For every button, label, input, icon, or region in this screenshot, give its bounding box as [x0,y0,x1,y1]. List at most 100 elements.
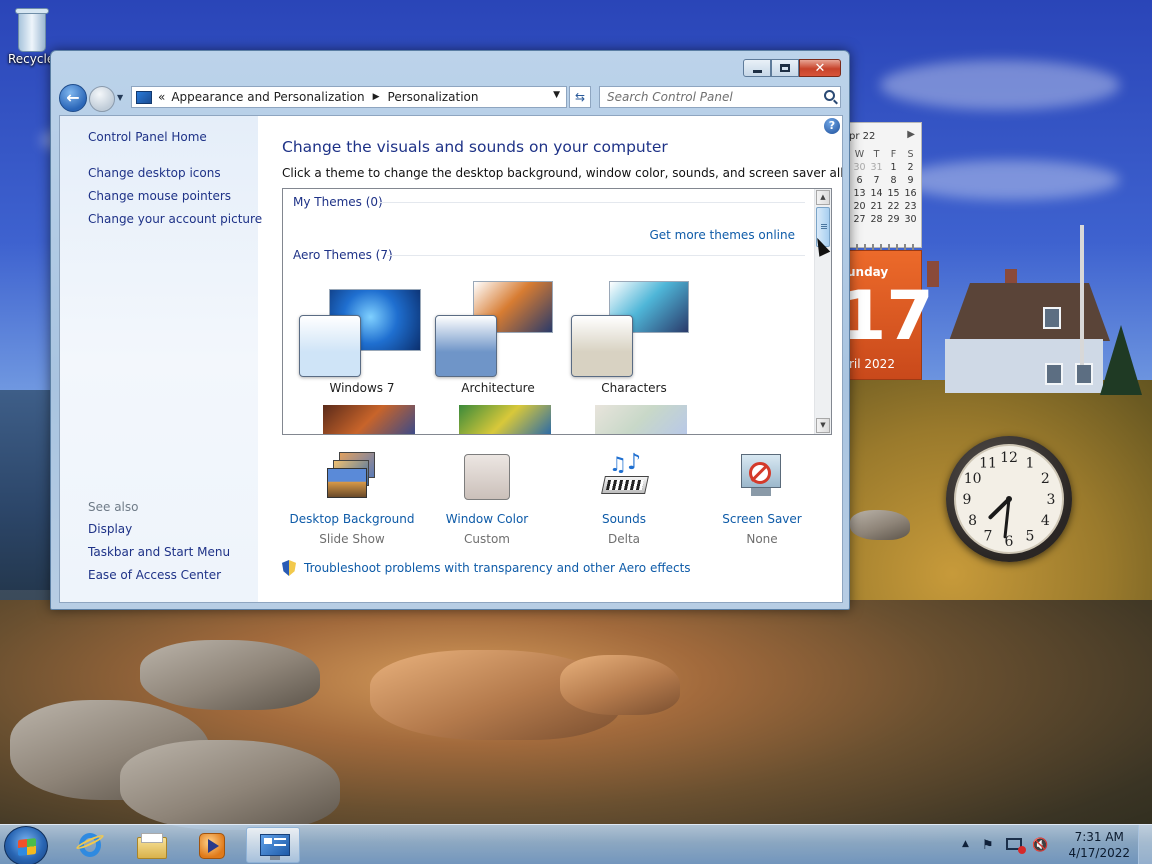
volume-muted-icon[interactable]: 🔇 [1032,838,1048,853]
calendar-date-cell[interactable]: 8 [885,175,902,187]
calendar-date-cell[interactable]: 30 [902,214,919,226]
display-link[interactable]: Display [88,522,132,536]
clock-face: 12 1234567891011 [954,444,1064,554]
theme-windows-7[interactable]: Windows 7 [297,281,427,401]
calendar-month-year: ril 2022 [849,357,895,371]
taskbar-media-player[interactable] [184,827,238,863]
calendar-next-icon[interactable]: ▶ [907,129,915,140]
taskbar-control-panel[interactable] [246,827,300,863]
clock-gadget[interactable]: 12 1 2 3 4 5 6 7 8 9 10 11 [946,436,1072,562]
refresh-button[interactable]: ⇆ [569,86,591,108]
calendar-date-cell[interactable]: 1 [885,162,902,174]
back-arrow-icon: ← [66,88,80,107]
page-subtitle: Click a theme to change the desktop back… [282,166,843,180]
main-pane: ? Change the visuals and sounds on your … [258,116,843,602]
theme-preview-partial[interactable] [323,405,415,434]
calendar-date-cell[interactable]: 9 [902,175,919,187]
theme-architecture[interactable]: Architecture [433,281,563,401]
notification-area: ▲ ⚑ 🔇 7:31 AM 4/17/2022 [962,825,1152,864]
clock-numeral: 12 [1000,450,1018,466]
control-panel-icon [260,832,290,860]
breadcrumb-personalization[interactable]: Personalization [388,90,479,104]
show-desktop-button[interactable] [1138,825,1152,864]
theme-preview-partial[interactable] [459,405,551,434]
calendar-date-cell[interactable]: 13 [851,188,868,200]
taskbar-clock[interactable]: 7:31 AM 4/17/2022 [1068,829,1130,861]
change-mouse-pointers-link[interactable]: Change mouse pointers [88,189,231,203]
action-center-flag-icon[interactable]: ⚑ [982,838,994,853]
breadcrumb-separator-icon[interactable]: ▶ [373,92,380,102]
minimize-button[interactable] [743,59,771,77]
wallpaper-flagpole [1080,225,1084,365]
calendar-gadget[interactable]: pr 22 ▶ W T F S 30 31 1 2 6 7 8 9 13 14 15 16 20 21 22 23 27… [839,122,934,380]
windows-logo-icon [18,838,36,856]
get-more-themes-link[interactable]: Get more themes online [649,228,795,242]
window-color-setting[interactable]: Window Color Custom [417,452,557,546]
control-panel-icon [136,90,152,104]
calendar-date-cell[interactable]: 14 [868,188,885,200]
page-title: Change the visuals and sounds on your co… [282,138,668,156]
calendar-date-cell[interactable]: 15 [885,188,902,200]
taskbar-windows-explorer[interactable] [124,827,178,863]
theme-color-swatch [299,315,361,377]
theme-list-scrollbar[interactable]: ▲ ▼ [814,189,831,434]
calendar-date-cell[interactable]: 2 [902,162,919,174]
calendar-date-cell[interactable]: 29 [885,214,902,226]
network-icon[interactable] [1006,838,1026,854]
search-input[interactable] [600,87,810,107]
address-dropdown-icon[interactable]: ▼ [553,90,560,100]
start-button[interactable] [4,826,48,864]
theme-list[interactable]: My Themes (0) Get more themes online Aer… [282,188,832,435]
screen-saver-setting[interactable]: Screen Saver None [692,452,832,546]
group-divider [379,202,805,203]
change-desktop-icons-link[interactable]: Change desktop icons [88,166,221,180]
forward-button[interactable] [89,86,115,112]
clock-numeral: 7 [984,528,993,544]
wallpaper-rock [560,655,680,715]
breadcrumb-appearance-and-personalization[interactable]: Appearance and Personalization [171,90,364,104]
control-panel-home-link[interactable]: Control Panel Home [88,130,207,144]
scroll-down-icon[interactable]: ▼ [816,418,830,433]
calendar-date-cell[interactable]: 27 [851,214,868,226]
close-button[interactable]: ✕ [799,59,841,77]
theme-characters[interactable]: Characters [569,281,699,401]
desktop-background-setting[interactable]: Desktop Background Slide Show [282,452,422,546]
troubleshoot-link-text: Troubleshoot problems with transparency … [304,561,691,575]
calendar-date-cell[interactable]: 6 [851,175,868,187]
setting-value: Delta [607,532,640,546]
theme-color-swatch [435,315,497,377]
calendar-date-cell[interactable]: 20 [851,201,868,213]
recent-pages-dropdown[interactable]: ▼ [117,93,123,102]
maximize-button[interactable] [771,59,799,77]
calendar-date-cell[interactable]: 16 [902,188,919,200]
theme-preview-partial[interactable] [595,405,687,434]
help-icon[interactable]: ? [824,118,840,134]
calendar-month-header: pr 22 [849,131,876,142]
wallpaper-cloud [880,60,1120,110]
breadcrumb-overflow[interactable]: « [158,90,165,104]
calendar-date-cell[interactable]: 23 [902,201,919,213]
address-bar[interactable]: « Appearance and Personalization ▶ Perso… [131,86,567,108]
calendar-date-cell[interactable]: 21 [868,201,885,213]
scroll-up-icon[interactable]: ▲ [816,190,830,205]
clock-numeral: 8 [968,513,977,529]
my-themes-header[interactable]: My Themes (0) [293,195,383,209]
setting-value: Custom [464,532,510,546]
ease-of-access-center-link[interactable]: Ease of Access Center [88,568,221,582]
calendar-date-cell[interactable]: 28 [868,214,885,226]
troubleshoot-link[interactable]: Troubleshoot problems with transparency … [282,560,691,576]
show-hidden-icons-button[interactable]: ▲ [962,839,969,849]
aero-themes-header[interactable]: Aero Themes (7) [293,248,393,262]
taskbar-and-start-menu-link[interactable]: Taskbar and Start Menu [88,545,230,559]
change-account-picture-link[interactable]: Change your account picture [88,212,262,226]
calendar-date-cell[interactable]: 7 [868,175,885,187]
personalization-window: ✕ ← ▼ « Appearance and Personalization ▶… [50,50,850,610]
calendar-date-cell[interactable]: 22 [885,201,902,213]
wallpaper-rock [850,510,910,540]
sounds-setting[interactable]: ♫ ♪ Sounds Delta [554,450,694,546]
calendar-date-cell[interactable]: 30 [851,162,868,174]
back-button[interactable]: ← [59,84,87,112]
taskbar-internet-explorer[interactable] [62,827,116,863]
calendar-date-cell[interactable]: 31 [868,162,885,174]
search-icon[interactable] [824,90,835,101]
